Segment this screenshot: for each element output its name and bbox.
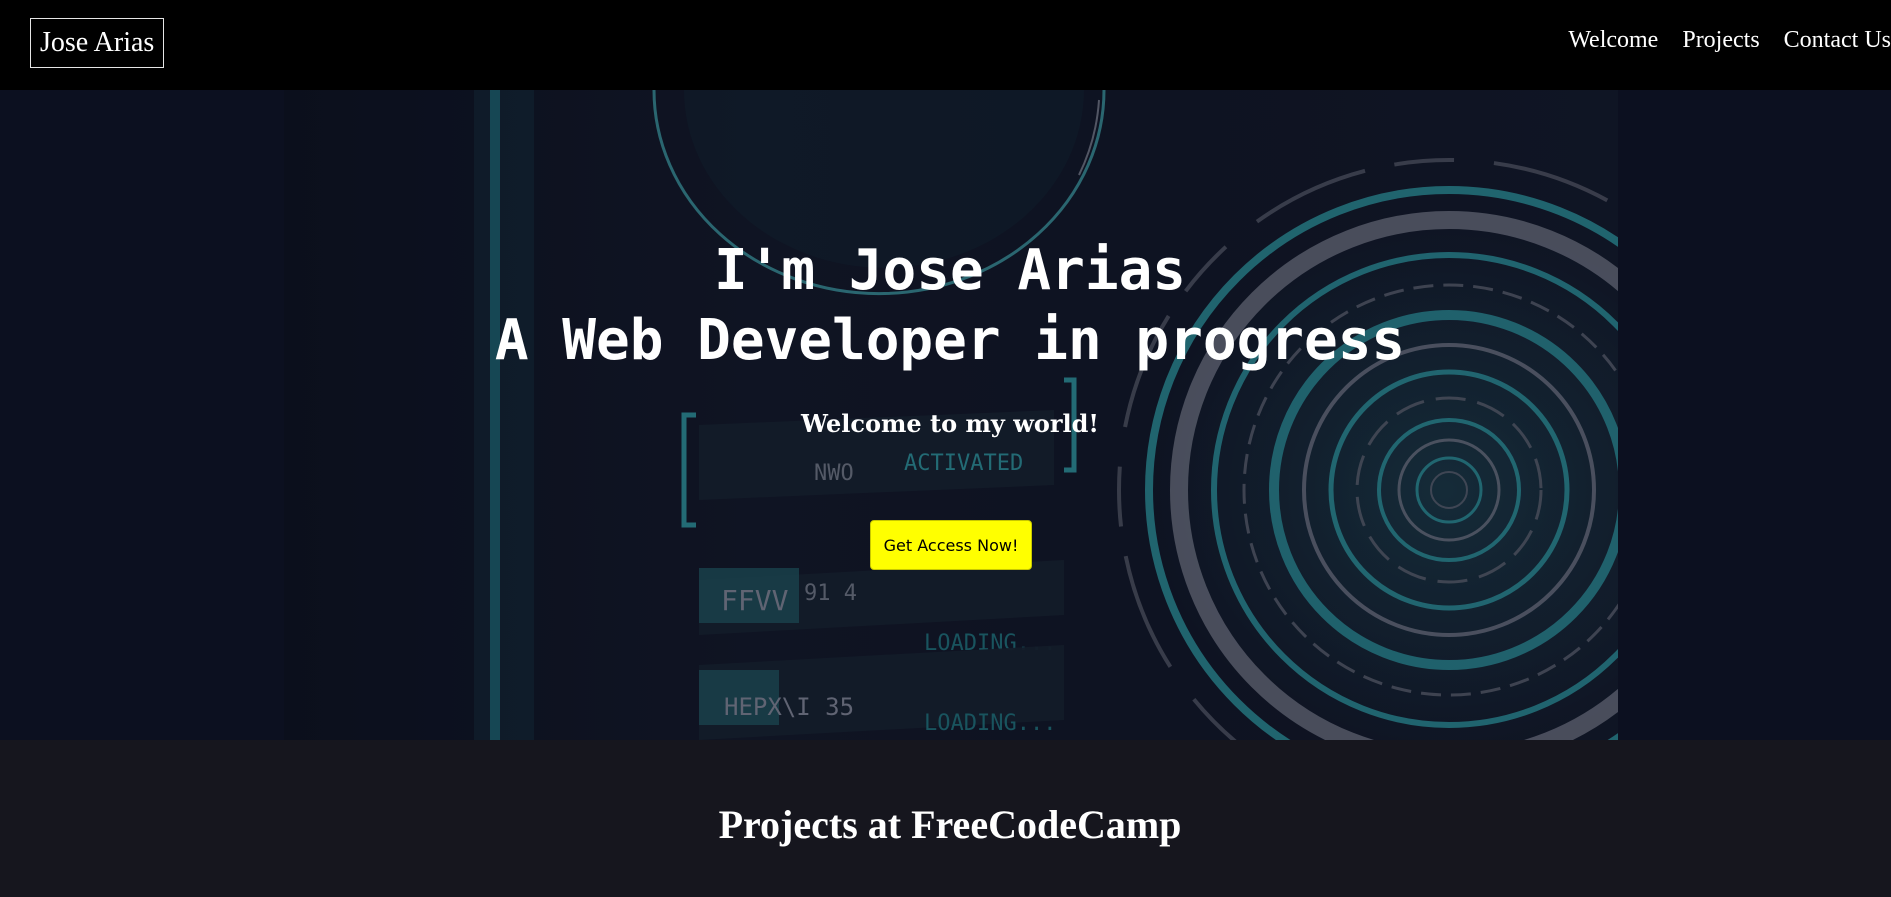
- projects-heading: Projects at FreeCodeCamp: [718, 802, 1182, 847]
- nav-links: Welcome Projects Contact Us: [1568, 24, 1891, 56]
- site-logo[interactable]: Jose Arias: [30, 18, 165, 68]
- nav-link-contact-us[interactable]: Contact Us: [1784, 24, 1891, 56]
- nav-link-projects[interactable]: Projects: [1682, 24, 1759, 56]
- hero-title-name: I'm Jose Arias: [713, 238, 1186, 303]
- navbar: Jose Arias Welcome Projects Contact Us: [0, 0, 1891, 90]
- projects-section: Projects at FreeCodeCamp: [0, 740, 1891, 897]
- hero-subtitle: Welcome to my world!: [801, 409, 1099, 438]
- get-access-button[interactable]: Get Access Now!: [870, 520, 1032, 570]
- hero-title-role: A Web Developer in progress: [494, 308, 1406, 373]
- nav-link-welcome[interactable]: Welcome: [1568, 24, 1658, 56]
- welcome-section: NWO ACTIVATED FFVV 91 4 LOADING... HEPX\…: [0, 90, 1891, 740]
